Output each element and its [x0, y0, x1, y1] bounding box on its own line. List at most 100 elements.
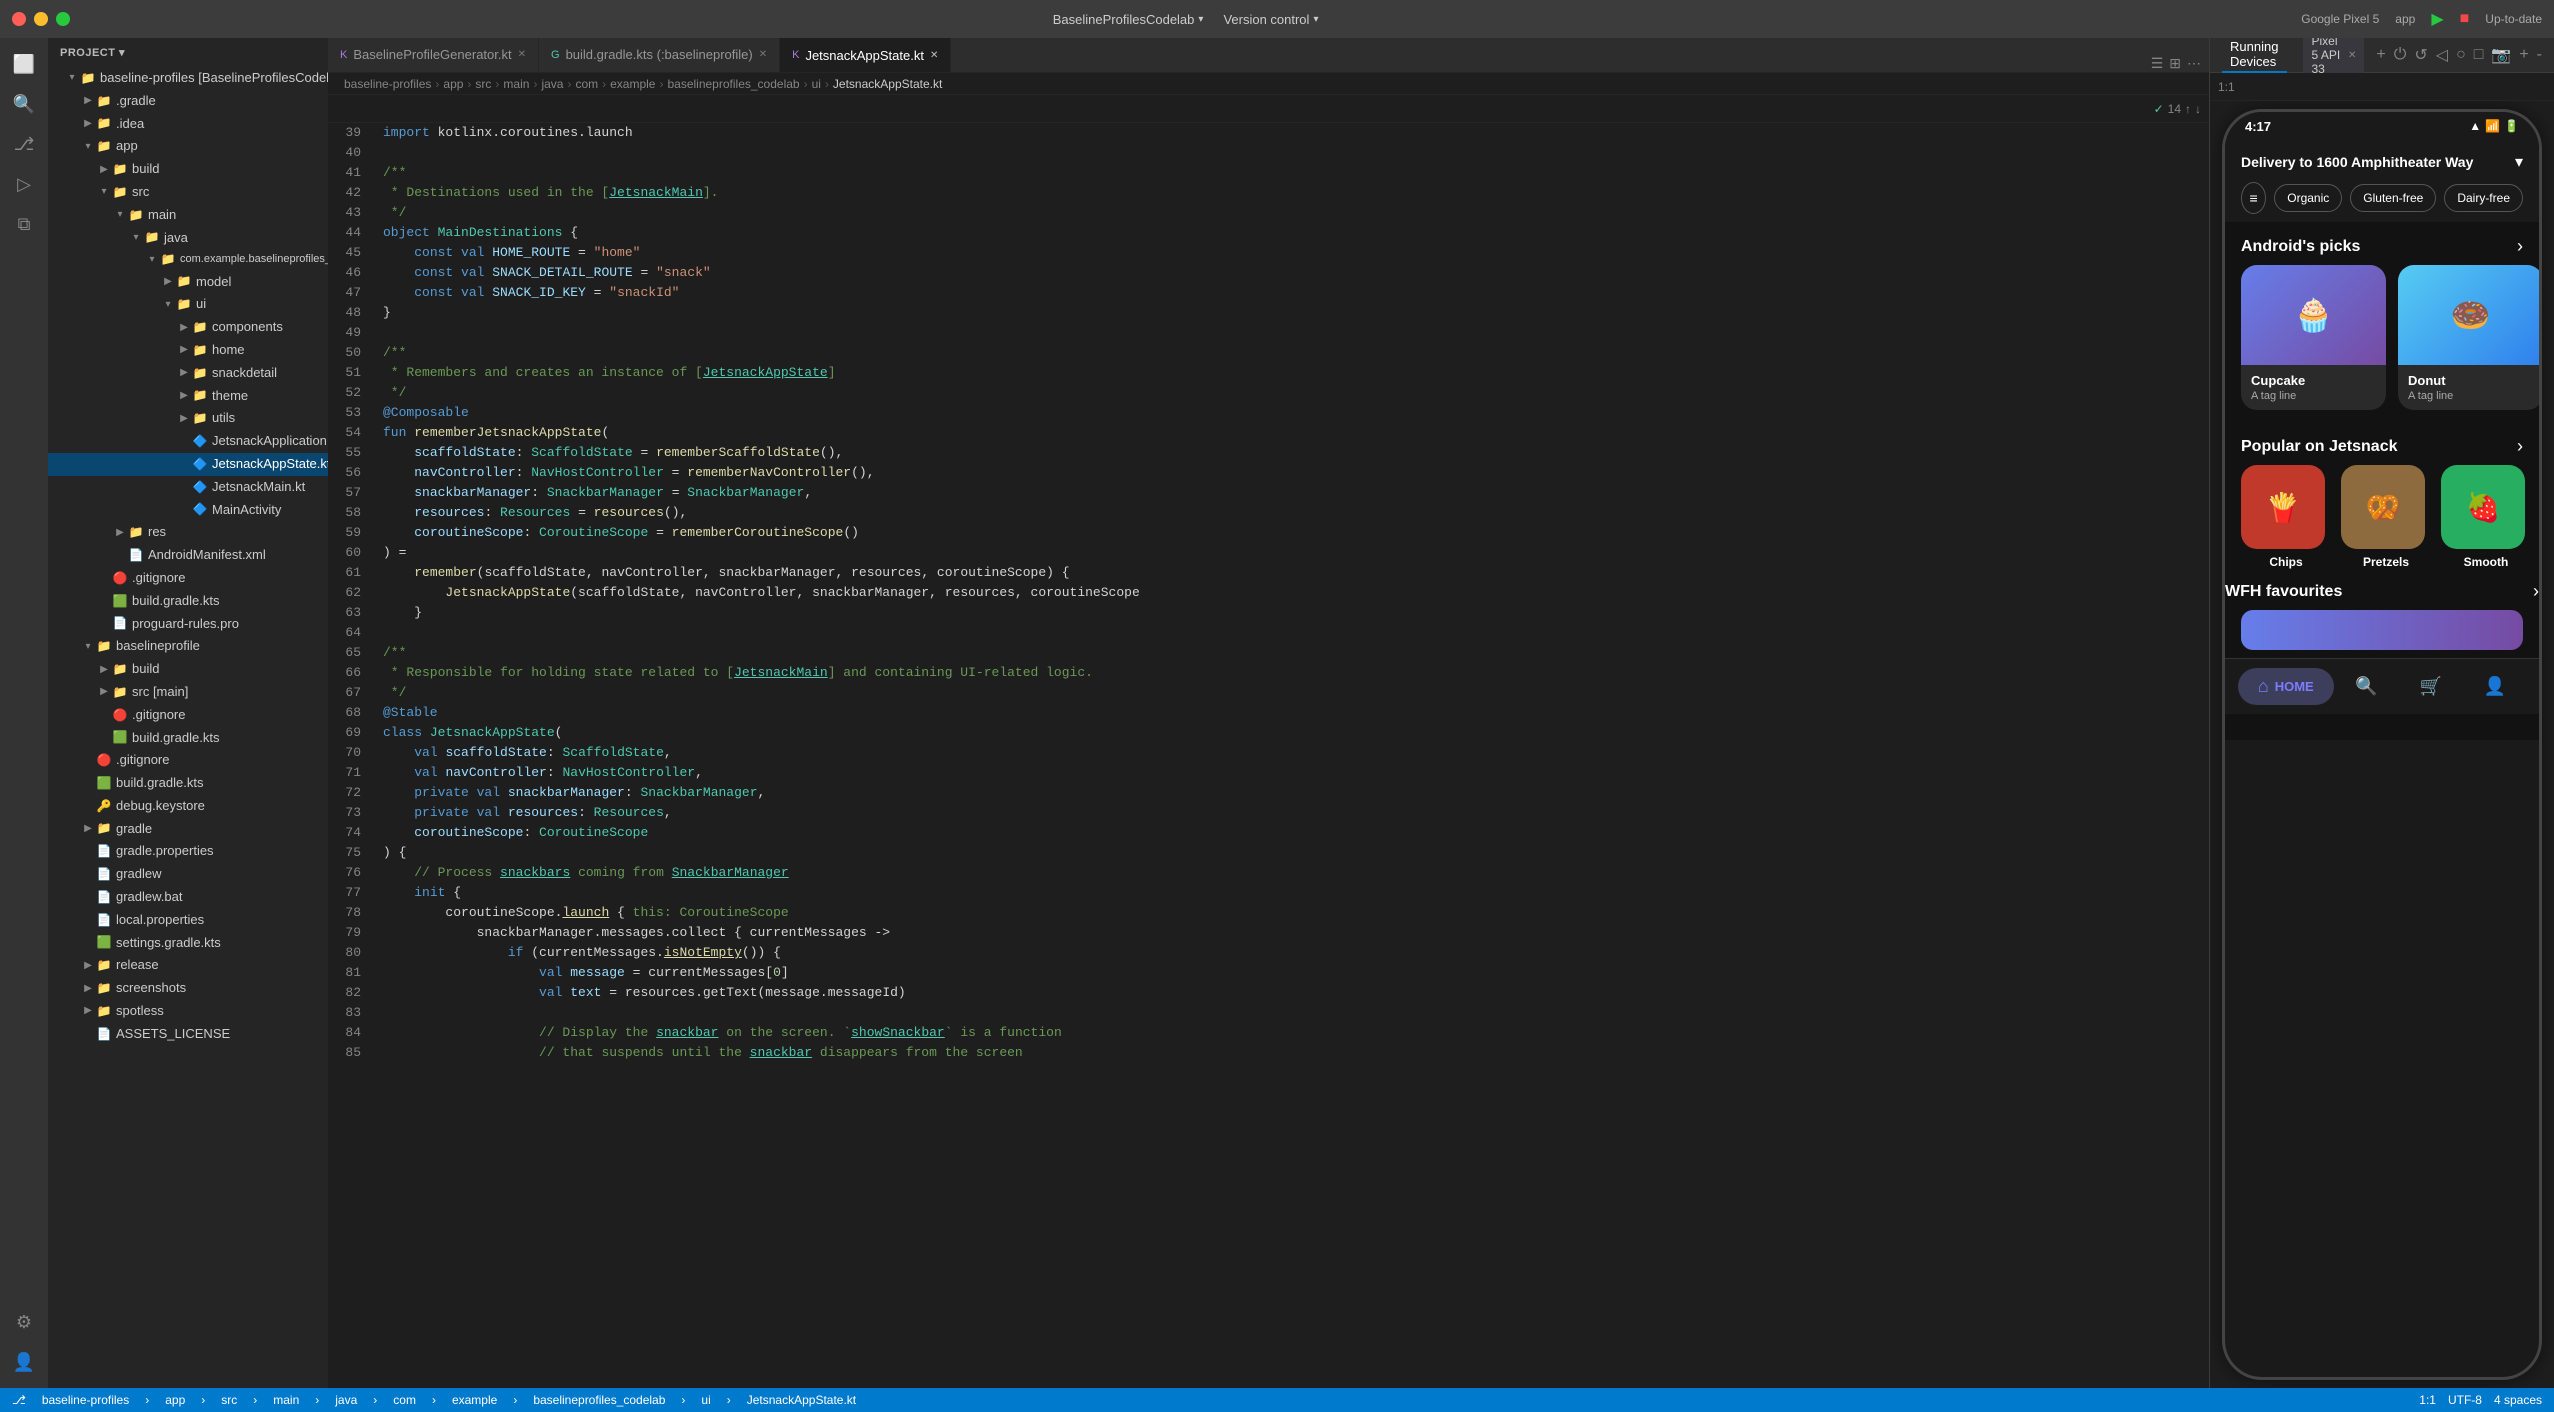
tree-item-jetsnackmain[interactable]: ▶ 🔷 JetsnackMain.kt: [48, 476, 328, 499]
tree-item-gitignore-bp[interactable]: ▶ 🔴 .gitignore: [48, 704, 328, 727]
project-name[interactable]: BaselineProfilesCodelab ▾: [1053, 12, 1204, 27]
tree-item-build-gradle-app[interactable]: ▶ 🟩 build.gradle.kts: [48, 590, 328, 613]
tree-item-build-bp[interactable]: ▶ 📁 build: [48, 658, 328, 681]
tree-item-build-gradle-bp[interactable]: ▶ 🟩 build.gradle.kts: [48, 727, 328, 750]
close-button[interactable]: [12, 12, 26, 26]
tree-item-screenshots[interactable]: ▶ 📁 screenshots: [48, 977, 328, 1000]
tree-item-keystore[interactable]: ▶ 🔑 debug.keystore: [48, 795, 328, 818]
run-debug-icon[interactable]: ▷: [6, 166, 42, 202]
nav-profile[interactable]: 👤: [2464, 668, 2526, 705]
explorer-icon[interactable]: ⬜: [6, 46, 42, 82]
nav-search[interactable]: 🔍: [2335, 668, 2397, 705]
tree-item-gitignore-app[interactable]: ▶ 🔴 .gitignore: [48, 567, 328, 590]
tree-item-app[interactable]: ▾ 📁 app: [48, 135, 328, 158]
panel-action-power[interactable]: ⏻: [2394, 46, 2407, 64]
breadcrumb-7[interactable]: baselineprofiles_codelab: [667, 77, 799, 91]
panel-action-rotate[interactable]: ↺: [2414, 45, 2427, 65]
search-icon[interactable]: 🔍: [6, 86, 42, 122]
tree-item-spotless[interactable]: ▶ 📁 spotless: [48, 1000, 328, 1023]
tab-close-0[interactable]: ✕: [518, 49, 526, 60]
tree-item-components[interactable]: ▶ 📁 components: [48, 316, 328, 339]
code-content[interactable]: import kotlinx.coroutines.launch /** * D…: [373, 123, 2209, 1388]
tree-item-gitignore-root[interactable]: ▶ 🔴 .gitignore: [48, 749, 328, 772]
tree-item-src-main[interactable]: ▶ 📁 src [main]: [48, 681, 328, 704]
tree-item-theme[interactable]: ▶ 📁 theme: [48, 385, 328, 408]
tree-item-utils[interactable]: ▶ 📁 utils: [48, 407, 328, 430]
tab-close-1[interactable]: ✕: [759, 49, 767, 60]
breadcrumb-0[interactable]: baseline-profiles: [344, 77, 431, 91]
tree-item-snackdetail[interactable]: ▶ 📁 snackdetail: [48, 362, 328, 385]
pixel-tab-close[interactable]: ✕: [2348, 50, 2356, 61]
breadcrumb-6[interactable]: example: [610, 77, 655, 91]
git-lens-btn[interactable]: ✓ 14 ↑ ↓: [2154, 102, 2201, 116]
delivery-arrow[interactable]: ▾: [2515, 152, 2523, 172]
breadcrumb-8[interactable]: ui: [812, 77, 821, 91]
tree-item-gradle-props[interactable]: ▶ 📄 gradle.properties: [48, 840, 328, 863]
panel-action-home[interactable]: ○: [2456, 46, 2466, 64]
tree-item-appstate[interactable]: ▶ 🔷 JetsnackAppState.kt: [48, 453, 328, 476]
tree-item-idea[interactable]: ▶ 📁 .idea: [48, 113, 328, 136]
popular-arrow[interactable]: ›: [2517, 436, 2523, 457]
minimize-button[interactable]: [34, 12, 48, 26]
tree-item-model[interactable]: ▶ 📁 model: [48, 271, 328, 294]
tree-item-proguard[interactable]: ▶ 📄 proguard-rules.pro: [48, 613, 328, 636]
split-view-icon[interactable]: ⊞: [2169, 55, 2181, 72]
panel-action-screenshot[interactable]: 📷: [2491, 45, 2511, 65]
account-icon[interactable]: 👤: [6, 1344, 42, 1380]
tree-item-gradlew[interactable]: ▶ 📄 gradlew: [48, 863, 328, 886]
breadcrumb-1[interactable]: app: [443, 77, 463, 91]
tree-item-src[interactable]: ▾ 📁 src: [48, 181, 328, 204]
tree-item-gradle-root[interactable]: ▶ 📁 .gradle: [48, 90, 328, 113]
filter-icon-btn[interactable]: ≡: [2241, 182, 2266, 214]
panel-action-volume-up[interactable]: +: [2519, 46, 2528, 64]
tree-item-ui[interactable]: ▾ 📁 ui: [48, 293, 328, 316]
tree-root[interactable]: ▾ 📁 baseline-profiles [BaselineProfilesC…: [48, 67, 328, 90]
androids-picks-arrow[interactable]: ›: [2517, 236, 2523, 257]
tree-item-gradlew-bat[interactable]: ▶ 📄 gradlew.bat: [48, 886, 328, 909]
tree-item-mainactivity[interactable]: ▶ 🔷 MainActivity: [48, 499, 328, 522]
tree-item-gradle-folder[interactable]: ▶ 📁 gradle: [48, 818, 328, 841]
tree-item-baselineprofile[interactable]: ▾ 📁 baselineprofile: [48, 635, 328, 658]
list-view-icon[interactable]: ☰: [2151, 55, 2164, 72]
panel-action-back[interactable]: ◁: [2436, 45, 2448, 65]
panel-action-volume-down[interactable]: -: [2537, 46, 2542, 64]
tree-item-jetsnack-app[interactable]: ▶ 🔷 JetsnackApplication: [48, 430, 328, 453]
breadcrumb-5[interactable]: com: [575, 77, 598, 91]
cupcake-card[interactable]: 🧁 Cupcake A tag line: [2241, 265, 2386, 410]
tab-appstate[interactable]: K JetsnackAppState.kt ✕: [780, 38, 951, 72]
tree-item-manifest[interactable]: ▶ 📄 AndroidManifest.xml: [48, 544, 328, 567]
tab-baselineprofile[interactable]: K BaselineProfileGenerator.kt ✕: [328, 38, 539, 72]
tab-buildgradle[interactable]: G build.gradle.kts (:baselineprofile) ✕: [539, 38, 780, 72]
more-options-icon[interactable]: ⋯: [2187, 55, 2201, 72]
tree-item-build-gradle-root[interactable]: ▶ 🟩 build.gradle.kts: [48, 772, 328, 795]
breadcrumb-4[interactable]: java: [541, 77, 563, 91]
tree-item-java[interactable]: ▾ 📁 java: [48, 227, 328, 250]
filter-organic[interactable]: Organic: [2274, 184, 2342, 212]
version-control[interactable]: Version control ▾: [1223, 12, 1318, 27]
running-devices-tab[interactable]: Running Devices: [2222, 38, 2287, 73]
tree-item-build[interactable]: ▶ 📁 build: [48, 158, 328, 181]
tree-item-package[interactable]: ▾ 📁 com.example.baselineprofiles_codel: [48, 249, 328, 270]
window-controls[interactable]: [12, 12, 70, 26]
popular-chips[interactable]: 🍟 Chips: [2241, 465, 2331, 569]
breadcrumb-2[interactable]: src: [475, 77, 491, 91]
nav-cart[interactable]: 🛒: [2400, 668, 2462, 705]
breadcrumb-9[interactable]: JetsnackAppState.kt: [833, 77, 942, 91]
nav-home[interactable]: ⌂ HOME: [2238, 668, 2334, 705]
tree-item-home[interactable]: ▶ 📁 home: [48, 339, 328, 362]
tree-item-local-props[interactable]: ▶ 📄 local.properties: [48, 909, 328, 932]
tree-item-res[interactable]: ▶ 📁 res: [48, 521, 328, 544]
tree-item-main[interactable]: ▾ 📁 main: [48, 204, 328, 227]
settings-icon[interactable]: ⚙: [6, 1304, 42, 1340]
run-button[interactable]: ▶: [2431, 9, 2443, 29]
maximize-button[interactable]: [56, 12, 70, 26]
stop-button[interactable]: ■: [2460, 10, 2470, 28]
filter-glutenfree[interactable]: Gluten-free: [2350, 184, 2436, 212]
breadcrumb-3[interactable]: main: [503, 77, 529, 91]
filter-dairyfree[interactable]: Dairy-free: [2444, 184, 2523, 212]
popular-smooth[interactable]: 🍓 Smooth: [2441, 465, 2531, 569]
wfh-arrow[interactable]: ›: [2533, 581, 2539, 602]
extensions-icon[interactable]: ⧉: [6, 206, 42, 242]
panel-action-recent[interactable]: □: [2474, 46, 2484, 64]
tree-item-settings-gradle[interactable]: ▶ 🟩 settings.gradle.kts: [48, 932, 328, 955]
